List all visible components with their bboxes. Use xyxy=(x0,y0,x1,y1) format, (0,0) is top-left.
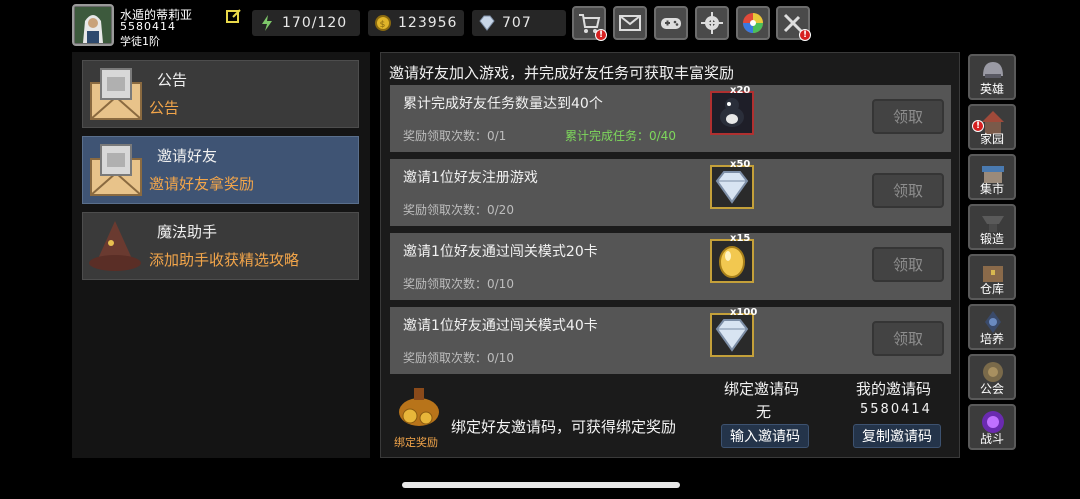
mail-envelope-icon xyxy=(619,15,641,31)
diamond-icon xyxy=(715,319,749,352)
tools-button[interactable]: ! xyxy=(776,6,811,41)
nav-label: 家园 xyxy=(979,132,1004,146)
gems-stat: 707 xyxy=(472,10,566,36)
sidebar-item-title: 魔法助手 xyxy=(157,223,218,241)
diamond-icon xyxy=(479,15,495,31)
claim-button[interactable]: 领取 xyxy=(872,173,944,208)
player-portrait-icon xyxy=(75,7,111,43)
gamepad-button[interactable] xyxy=(654,6,688,40)
task-row: 累计完成好友任务数量达到40个 奖励领取次数：0/1 累计完成任务：0/40 x… xyxy=(390,85,951,152)
sidebar-item-subtitle: 邀请好友拿奖励 xyxy=(149,175,255,193)
bind-code-header: 绑定邀请码 xyxy=(724,380,800,398)
task-progress: 累计完成任务：0/40 xyxy=(565,129,676,143)
task-name: 邀请1位好友通过闯关模式20卡 xyxy=(403,244,598,260)
dark-bird-icon xyxy=(720,98,744,127)
player-rank: 学徒1阶 xyxy=(120,35,160,48)
alert-badge: ! xyxy=(595,29,607,41)
reward-item xyxy=(710,313,754,357)
energy-value: 170/120 xyxy=(282,15,348,31)
nav-item-guild[interactable]: 公会 xyxy=(968,354,1016,400)
color-wheel-button[interactable] xyxy=(736,6,770,40)
input-code-button[interactable]: 输入邀请码 xyxy=(721,424,809,448)
gems-value: 707 xyxy=(502,15,532,31)
nav-item-hero[interactable]: 英雄 xyxy=(968,54,1016,100)
sidebar-item-subtitle: 公告 xyxy=(149,99,180,117)
player-id: 5580414 xyxy=(120,20,176,33)
letter-envelope-icon xyxy=(90,68,142,120)
task-claim-count: 奖励领取次数：0/10 xyxy=(403,351,514,365)
reward-item xyxy=(710,165,754,209)
task-row: 邀请1位好友通过闯关模式40卡 奖励领取次数：0/10 x100 领取 xyxy=(390,307,951,374)
task-claim-count: 奖励领取次数：0/10 xyxy=(403,277,514,291)
player-avatar[interactable] xyxy=(72,4,114,46)
golden-egg-icon xyxy=(719,246,745,278)
reward-multiplier: x20 xyxy=(730,85,751,96)
reward-multiplier: x50 xyxy=(730,159,751,170)
edit-name-icon[interactable] xyxy=(226,8,242,24)
claim-button[interactable]: 领取 xyxy=(872,99,944,134)
category-sidebar: 公告 公告 邀请好友 邀请好友拿奖励 魔法助手 添加助手收获精选攻略 xyxy=(72,52,370,458)
letter-envelope-icon xyxy=(90,144,142,196)
energy-stat: 170/120 xyxy=(252,10,360,36)
shop-button[interactable]: ! xyxy=(572,6,607,41)
gift-label: 绑定奖励 xyxy=(394,436,438,449)
alert-badge: ! xyxy=(799,29,811,41)
reward-multiplier: x15 xyxy=(730,233,751,244)
diamond-icon xyxy=(715,171,749,204)
nav-item-market[interactable]: 集市 xyxy=(968,154,1016,200)
wizard-hat-icon xyxy=(89,221,141,271)
bind-code-value: 无 xyxy=(756,403,772,421)
nav-item-battle[interactable]: 战斗 xyxy=(968,404,1016,450)
task-row: 邀请1位好友通过闯关模式20卡 奖励领取次数：0/10 x15 领取 xyxy=(390,233,951,300)
claim-button[interactable]: 领取 xyxy=(872,247,944,282)
task-claim-count: 奖励领取次数：0/1 xyxy=(403,129,507,143)
mail-button[interactable] xyxy=(613,6,647,40)
bind-description: 绑定好友邀请码，可获得绑定奖励 xyxy=(451,418,677,436)
energy-bolt-icon xyxy=(262,15,272,31)
task-claim-count: 奖励领取次数：0/20 xyxy=(403,203,514,217)
task-name: 累计完成好友任务数量达到40个 xyxy=(403,96,603,112)
task-row: 邀请1位好友注册游戏 奖励领取次数：0/20 x50 领取 xyxy=(390,159,951,226)
nav-label: 公会 xyxy=(979,382,1004,396)
sidebar-item-announcement[interactable]: 公告 公告 xyxy=(82,60,359,128)
gold-coin-icon: $ xyxy=(375,15,391,31)
nav-item-train[interactable]: 培养 xyxy=(968,304,1016,350)
nav-item-warehouse[interactable]: 仓库 xyxy=(968,254,1016,300)
nav-item-forge[interactable]: 锻造 xyxy=(968,204,1016,250)
reward-multiplier: x100 xyxy=(730,307,758,318)
sidebar-item-invite-friends[interactable]: 邀请好友 邀请好友拿奖励 xyxy=(82,136,359,204)
gold-value: 123956 xyxy=(398,15,458,31)
gamepad-icon xyxy=(661,18,681,29)
reward-item xyxy=(710,239,754,283)
panel-title: 邀请好友加入游戏，并完成好友任务可获取丰富奖励 xyxy=(389,64,735,82)
nav-label: 战斗 xyxy=(979,432,1004,446)
nav-label: 锻造 xyxy=(979,232,1004,246)
home-indicator[interactable] xyxy=(402,482,680,488)
nav-label: 培养 xyxy=(979,332,1004,346)
gift-bag-icon xyxy=(399,388,439,426)
sidebar-item-title: 公告 xyxy=(157,71,188,89)
task-name: 邀请1位好友注册游戏 xyxy=(403,170,538,186)
gold-stat: $ 123956 xyxy=(368,10,464,36)
nav-item-home[interactable]: ! 家园 xyxy=(968,104,1016,150)
reward-item xyxy=(710,91,754,135)
claim-button[interactable]: 领取 xyxy=(872,321,944,356)
task-name: 邀请1位好友通过闯关模式40卡 xyxy=(403,318,598,334)
gear-icon xyxy=(701,12,723,34)
my-code-value: 5580414 xyxy=(860,402,932,417)
nav-label: 集市 xyxy=(979,182,1004,196)
my-code-header: 我的邀请码 xyxy=(856,380,932,398)
nav-label: 仓库 xyxy=(979,282,1004,296)
color-wheel-icon xyxy=(743,13,763,33)
svg-text:$: $ xyxy=(380,20,387,30)
nav-label: 英雄 xyxy=(979,82,1004,96)
sidebar-item-title: 邀请好友 xyxy=(157,147,218,165)
settings-button[interactable] xyxy=(695,6,729,40)
sidebar-item-magic-assistant[interactable]: 魔法助手 添加助手收获精选攻略 xyxy=(82,212,359,280)
copy-code-button[interactable]: 复制邀请码 xyxy=(853,424,941,448)
sidebar-item-subtitle: 添加助手收获精选攻略 xyxy=(149,251,300,269)
